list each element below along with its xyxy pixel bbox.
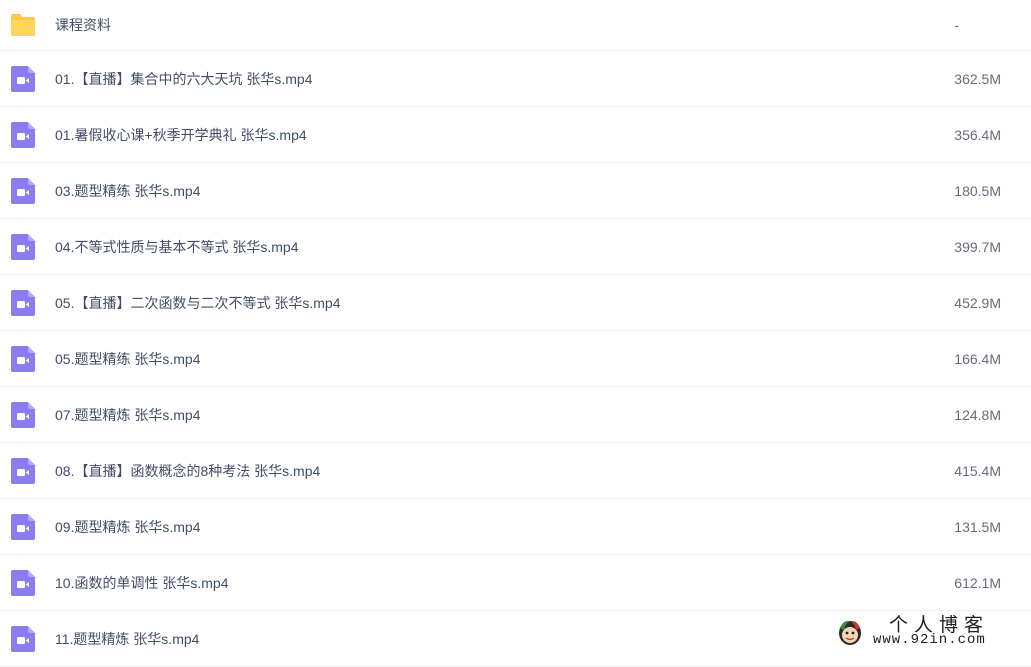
video-file-icon bbox=[9, 457, 37, 485]
file-name[interactable]: 09.题型精炼 张华s.mp4 bbox=[55, 517, 200, 537]
file-size: 356.4M bbox=[954, 126, 1001, 143]
file-size: - bbox=[954, 17, 959, 33]
file-name[interactable]: 08.【直播】函数概念的8种考法 张华s.mp4 bbox=[55, 461, 320, 481]
file-list: 课程资料 - 01.【直播】集合中的六大天坑 张华s.mp4 362.5M 01… bbox=[0, 0, 1031, 667]
file-size: 399.7M bbox=[954, 238, 1001, 255]
file-name[interactable]: 05.题型精练 张华s.mp4 bbox=[55, 349, 200, 369]
video-file-icon bbox=[9, 289, 37, 317]
video-file-icon bbox=[9, 401, 37, 429]
watermark-url: www.92in.com bbox=[873, 632, 986, 648]
file-size: 452.9M bbox=[954, 294, 1001, 311]
file-row-folder[interactable]: 课程资料 - bbox=[0, 0, 1031, 51]
file-name[interactable]: 07.题型精炼 张华s.mp4 bbox=[55, 405, 200, 425]
file-row[interactable]: 01.【直播】集合中的六大天坑 张华s.mp4 362.5M bbox=[0, 51, 1031, 107]
file-name[interactable]: 11.题型精炼 张华s.mp4 bbox=[55, 629, 199, 649]
file-size: 180.5M bbox=[954, 182, 1001, 199]
file-size: 131.5M bbox=[954, 518, 1001, 535]
file-size: 124.8M bbox=[954, 406, 1001, 423]
video-file-icon bbox=[9, 121, 37, 149]
blog-watermark: 个人博客 www.92in.com bbox=[833, 612, 1023, 652]
file-row[interactable]: 05.题型精练 张华s.mp4 166.4M bbox=[0, 331, 1031, 387]
file-name[interactable]: 10.函数的单调性 张华s.mp4 bbox=[55, 573, 228, 593]
video-file-icon bbox=[9, 233, 37, 261]
file-name[interactable]: 03.题型精练 张华s.mp4 bbox=[55, 181, 200, 201]
file-name[interactable]: 05.【直播】二次函数与二次不等式 张华s.mp4 bbox=[55, 293, 340, 313]
video-file-icon bbox=[9, 625, 37, 653]
file-row[interactable]: 08.【直播】函数概念的8种考法 张华s.mp4 415.4M bbox=[0, 443, 1031, 499]
file-size: 166.4M bbox=[954, 350, 1001, 367]
video-file-icon bbox=[9, 65, 37, 93]
mascot-logo-icon bbox=[837, 618, 863, 646]
file-name[interactable]: 01.暑假收心课+秋季开学典礼 张华s.mp4 bbox=[55, 125, 307, 145]
file-size: 612.1M bbox=[954, 574, 1001, 591]
file-row[interactable]: 09.题型精炼 张华s.mp4 131.5M bbox=[0, 499, 1031, 555]
file-row[interactable]: 05.【直播】二次函数与二次不等式 张华s.mp4 452.9M bbox=[0, 275, 1031, 331]
video-file-icon bbox=[9, 177, 37, 205]
video-file-icon bbox=[9, 345, 37, 373]
folder-icon bbox=[9, 11, 37, 39]
file-name[interactable]: 04.不等式性质与基本不等式 张华s.mp4 bbox=[55, 237, 298, 257]
file-row[interactable]: 03.题型精练 张华s.mp4 180.5M bbox=[0, 163, 1031, 219]
video-file-icon bbox=[9, 569, 37, 597]
file-row[interactable]: 01.暑假收心课+秋季开学典礼 张华s.mp4 356.4M bbox=[0, 107, 1031, 163]
video-file-icon bbox=[9, 513, 37, 541]
file-size: 415.4M bbox=[954, 462, 1001, 479]
file-name[interactable]: 课程资料 bbox=[55, 15, 111, 35]
file-size: 362.5M bbox=[954, 70, 1001, 87]
file-row[interactable]: 04.不等式性质与基本不等式 张华s.mp4 399.7M bbox=[0, 219, 1031, 275]
file-row[interactable]: 07.题型精炼 张华s.mp4 124.8M bbox=[0, 387, 1031, 443]
file-name[interactable]: 01.【直播】集合中的六大天坑 张华s.mp4 bbox=[55, 69, 312, 89]
file-row[interactable]: 10.函数的单调性 张华s.mp4 612.1M bbox=[0, 555, 1031, 611]
